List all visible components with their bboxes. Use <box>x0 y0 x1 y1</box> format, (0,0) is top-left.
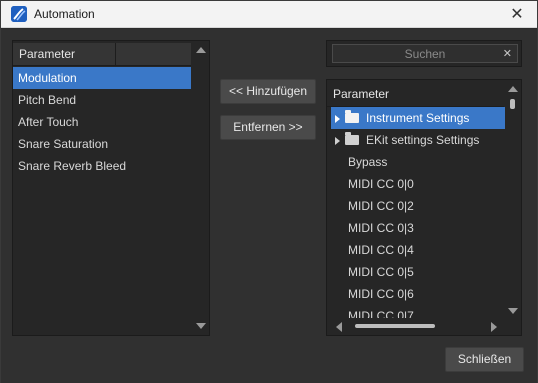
chevron-right-icon[interactable] <box>335 136 340 145</box>
tree-item[interactable]: MIDI CC 0|5 <box>331 261 505 283</box>
list-item[interactable]: Snare Reverb Bleed <box>13 155 191 177</box>
automation-dialog: Automation ✕ Parameter Modulation Pitch B… <box>0 0 538 383</box>
tree-item-label: Bypass <box>348 155 388 169</box>
close-icon[interactable]: ✕ <box>507 4 527 24</box>
tree-item-label: MIDI CC 0|6 <box>348 287 414 301</box>
close-button[interactable]: Schließen <box>445 347 524 372</box>
scroll-left-icon[interactable] <box>336 322 342 332</box>
list-items: Modulation Pitch Bend After Touch Snare Sat… <box>13 67 191 177</box>
vertical-scrollbar[interactable] <box>192 41 209 335</box>
tree-header[interactable]: Parameter <box>327 82 504 107</box>
folder-icon <box>345 109 359 123</box>
tree-horizontal-scrollbar[interactable] <box>327 318 506 335</box>
tree-item-label: EKit settings Settings <box>366 133 480 147</box>
app-logo-icon <box>11 6 27 22</box>
column-header-empty[interactable] <box>117 43 191 66</box>
window-title: Automation <box>34 7 95 21</box>
assigned-parameters-list: Parameter Modulation Pitch Bend After Touc… <box>12 40 210 336</box>
clear-search-icon[interactable]: ✕ <box>503 47 512 60</box>
folder-icon <box>345 131 359 145</box>
tree-item-label: Instrument Settings <box>366 111 470 125</box>
add-button[interactable]: << Hinzufügen <box>220 79 316 104</box>
search-input[interactable] <box>332 44 518 63</box>
list-item[interactable]: Snare Saturation <box>13 133 191 155</box>
tree-item[interactable]: MIDI CC 0|6 <box>331 283 505 305</box>
tree-items: Instrument Settings EKit settings Setting… <box>331 107 505 327</box>
tree-scroll-down-icon[interactable] <box>508 308 518 314</box>
search-box: ✕ <box>326 40 522 67</box>
tree-scroll-thumb[interactable] <box>510 99 515 109</box>
tree-item-label: MIDI CC 0|5 <box>348 265 414 279</box>
tree-item-label: MIDI CC 0|2 <box>348 199 414 213</box>
list-item[interactable]: Modulation <box>13 67 191 89</box>
tree-item[interactable]: MIDI CC 0|3 <box>331 217 505 239</box>
title-bar: Automation ✕ <box>1 1 537 28</box>
scroll-up-icon[interactable] <box>196 47 206 53</box>
tree-vertical-scrollbar[interactable] <box>504 80 521 320</box>
tree-folder[interactable]: Instrument Settings <box>331 107 505 129</box>
tree-item[interactable]: MIDI CC 0|4 <box>331 239 505 261</box>
column-header-parameter[interactable]: Parameter <box>13 43 116 66</box>
scroll-right-icon[interactable] <box>491 322 497 332</box>
tree-scroll-up-icon[interactable] <box>508 86 518 92</box>
dialog-content: Parameter Modulation Pitch Bend After Touc… <box>1 29 537 383</box>
horizontal-scroll-thumb[interactable] <box>355 324 435 328</box>
list-item[interactable]: After Touch <box>13 111 191 133</box>
list-item[interactable]: Pitch Bend <box>13 89 191 111</box>
tree-item-label: MIDI CC 0|0 <box>348 177 414 191</box>
chevron-right-icon[interactable] <box>335 114 340 123</box>
tree-item-label: MIDI CC 0|3 <box>348 221 414 235</box>
scroll-down-icon[interactable] <box>196 323 206 329</box>
remove-button[interactable]: Entfernen >> <box>220 115 316 140</box>
tree-item[interactable]: Bypass <box>331 151 505 173</box>
list-header: Parameter <box>13 43 191 66</box>
tree-item[interactable]: MIDI CC 0|0 <box>331 173 505 195</box>
tree-folder[interactable]: EKit settings Settings <box>331 129 505 151</box>
available-parameters-tree: Parameter Instrument Settings EKit settin… <box>326 79 522 336</box>
tree-item[interactable]: MIDI CC 0|2 <box>331 195 505 217</box>
tree-item-label: MIDI CC 0|4 <box>348 243 414 257</box>
